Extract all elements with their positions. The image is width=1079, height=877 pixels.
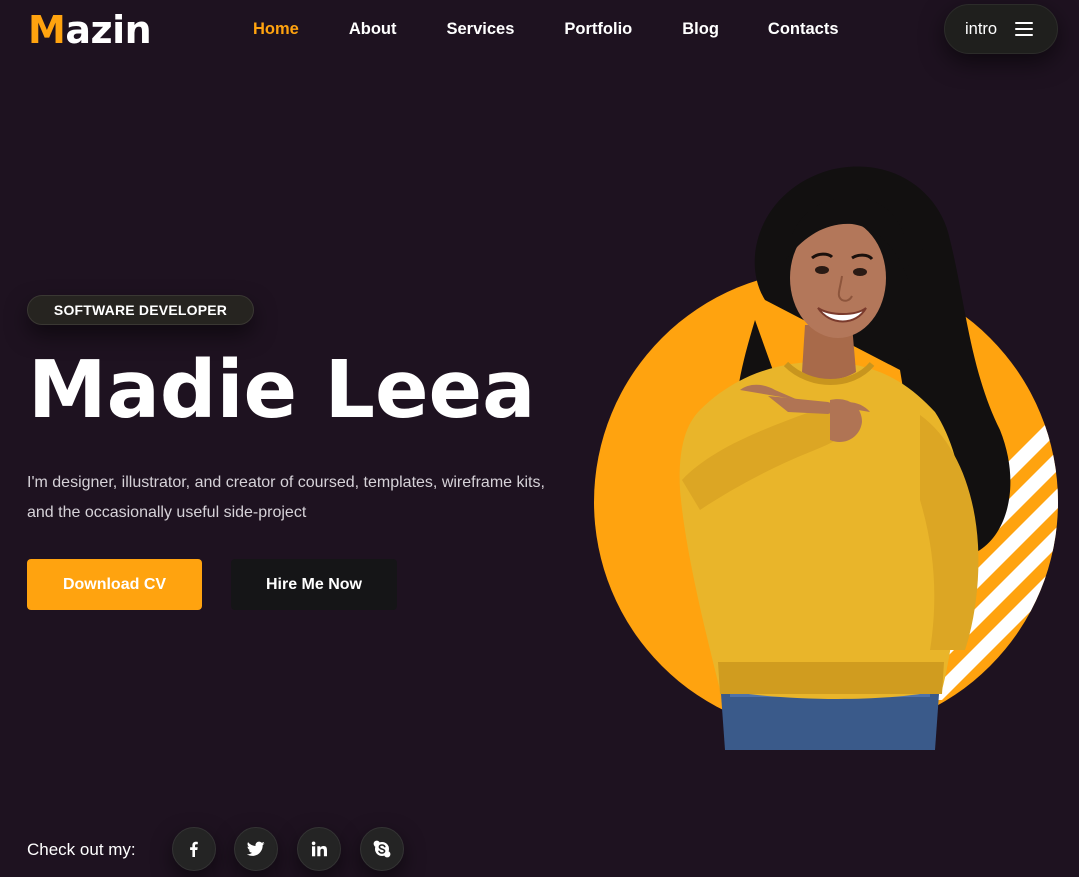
nav-item-about[interactable]: About xyxy=(349,19,397,39)
nav-item-home[interactable]: Home xyxy=(253,19,299,39)
site-logo[interactable]: Mazin xyxy=(28,8,152,52)
social-label: Check out my: xyxy=(27,840,136,859)
logo-text: azin xyxy=(65,8,152,52)
twitter-link[interactable] xyxy=(234,827,278,871)
linkedin-icon xyxy=(311,841,327,857)
facebook-link[interactable] xyxy=(172,827,216,871)
intro-label: intro xyxy=(965,19,998,38)
hero-description: I'm designer, illustrator, and creator o… xyxy=(27,474,545,521)
hamburger-menu-icon xyxy=(1015,22,1033,36)
intro-menu-button[interactable]: intro xyxy=(944,4,1058,54)
nav-item-blog[interactable]: Blog xyxy=(682,19,719,39)
main-nav: Home About Services Portfolio Blog Conta… xyxy=(253,19,839,39)
nav-item-services[interactable]: Services xyxy=(447,19,515,39)
hero-title: Madie Leea xyxy=(28,344,536,436)
hero-portrait xyxy=(594,166,1058,750)
skype-link[interactable] xyxy=(360,827,404,871)
download-cv-button[interactable]: Download CV xyxy=(27,559,202,610)
facebook-icon xyxy=(190,841,198,857)
skype-icon xyxy=(373,840,391,858)
linkedin-link[interactable] xyxy=(297,827,341,871)
twitter-icon xyxy=(247,841,265,856)
hire-me-button[interactable]: Hire Me Now xyxy=(231,559,397,610)
logo-first-letter: M xyxy=(28,8,66,52)
nav-item-contacts[interactable]: Contacts xyxy=(768,19,839,39)
role-badge: SOFTWARE DEVELOPER xyxy=(27,295,254,325)
nav-item-portfolio[interactable]: Portfolio xyxy=(564,19,632,39)
